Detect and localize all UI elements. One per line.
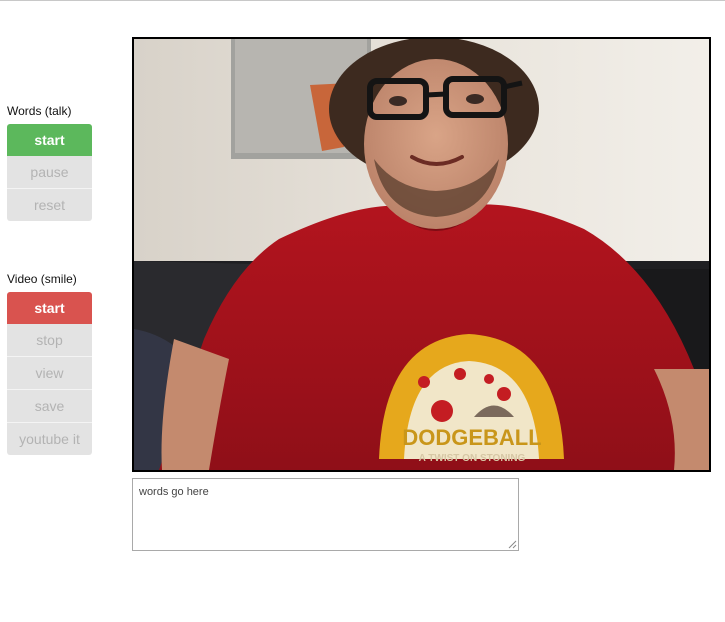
video-stop-button[interactable]: stop: [7, 324, 92, 357]
video-button-group: start stop view save youtube it: [7, 292, 92, 455]
words-start-button[interactable]: start: [7, 124, 92, 156]
video-view-button[interactable]: view: [7, 357, 92, 390]
words-section-label: Words (talk): [7, 104, 72, 118]
shirt-tagline-text: A TWIST ON STONING: [419, 453, 526, 464]
top-divider: [0, 0, 725, 1]
transcript-textarea[interactable]: [133, 479, 518, 550]
webcam-video: DODGEBALL A TWIST ON STONING: [132, 37, 711, 472]
video-youtube-button[interactable]: youtube it: [7, 423, 92, 455]
webcam-frame-image: DODGEBALL A TWIST ON STONING: [134, 39, 709, 470]
video-start-button[interactable]: start: [7, 292, 92, 324]
words-pause-button[interactable]: pause: [7, 156, 92, 189]
words-button-group: start pause reset: [7, 124, 92, 221]
video-section-label: Video (smile): [7, 272, 77, 286]
resize-grip-icon[interactable]: [508, 540, 517, 549]
words-reset-button[interactable]: reset: [7, 189, 92, 221]
video-save-button[interactable]: save: [7, 390, 92, 423]
shirt-print-text: DODGEBALL: [402, 425, 541, 450]
transcript-box: [132, 478, 519, 551]
